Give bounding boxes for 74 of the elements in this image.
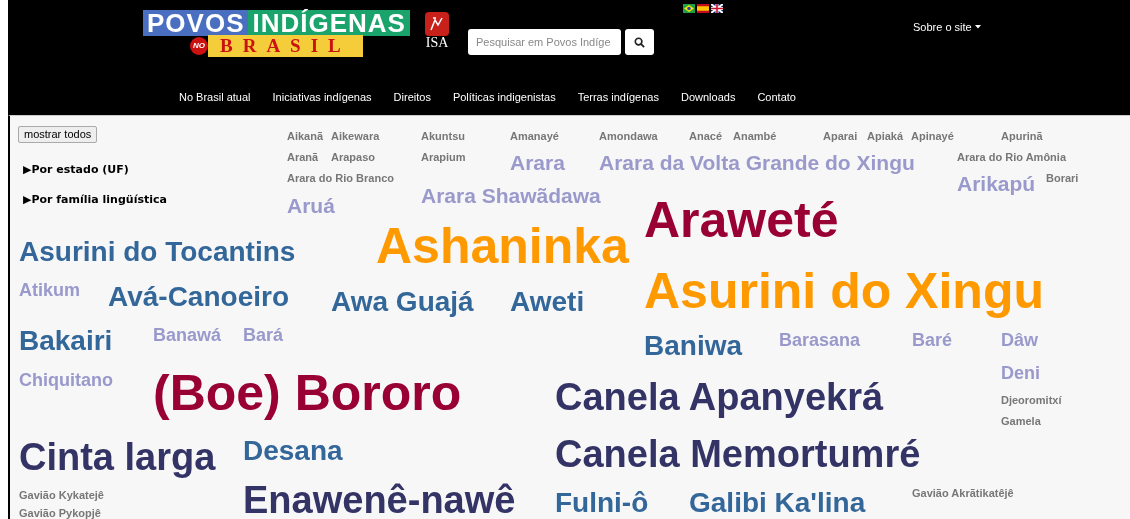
logo-text: POVOS: [143, 10, 249, 36]
people-link[interactable]: Canela Memortumré: [555, 432, 921, 476]
people-link[interactable]: Awa Guajá: [331, 286, 474, 318]
people-link[interactable]: Gavião Akrãtikatêjê: [912, 486, 1014, 500]
people-link[interactable]: Bakairi: [19, 325, 113, 357]
people-link[interactable]: (Boe) Bororo: [153, 364, 462, 422]
nav-link[interactable]: No Brasil atual: [168, 89, 262, 106]
nav-link[interactable]: Downloads: [669, 89, 747, 106]
people-link[interactable]: Arara Shawãdawa: [421, 184, 601, 208]
people-link[interactable]: Barasana: [779, 329, 861, 351]
people-link[interactable]: Baré: [912, 329, 953, 351]
filter-toggle[interactable]: ▶Por família lingüística: [23, 191, 167, 208]
nav-link[interactable]: Direitos: [382, 89, 442, 106]
people-link[interactable]: Aikewara: [331, 129, 380, 143]
site-logo[interactable]: POVOS INDÍGENAS NO BRASIL: [143, 10, 419, 68]
show-all-button[interactable]: mostrar todos: [18, 126, 98, 143]
people-link[interactable]: Galibi Ka'lina: [689, 487, 866, 519]
search-icon: [634, 36, 645, 48]
people-link[interactable]: Gavião Kykatejê: [19, 488, 104, 502]
people-link[interactable]: Araweté: [644, 191, 839, 249]
people-link[interactable]: Gavião Pykopjê: [19, 506, 101, 519]
people-link[interactable]: Bará: [243, 324, 284, 346]
people-link[interactable]: Arara da Volta Grande do Xingu: [599, 151, 915, 175]
people-link[interactable]: Atikum: [19, 279, 80, 301]
people-link[interactable]: Amanayé: [510, 129, 559, 143]
partner-logo-text: ISA: [425, 36, 449, 50]
people-link[interactable]: Banawá: [153, 324, 222, 346]
flag-icon[interactable]: [683, 4, 695, 13]
people-link[interactable]: Aruá: [287, 194, 335, 218]
people-link[interactable]: Desana: [243, 435, 343, 467]
people-link[interactable]: Apurinã: [1001, 129, 1043, 143]
logo-badge: NO: [190, 37, 208, 55]
people-link[interactable]: Anacé: [689, 129, 723, 143]
people-link[interactable]: Deni: [1001, 362, 1040, 384]
logo-text: BRASIL: [208, 35, 363, 57]
people-link[interactable]: Arapium: [421, 150, 466, 164]
people-link[interactable]: Arara do Rio Amônia: [957, 150, 1066, 164]
people-link[interactable]: Cinta larga: [19, 435, 216, 479]
people-link[interactable]: Apinayé: [911, 129, 954, 143]
people-link[interactable]: Apiaká: [867, 129, 904, 143]
filter-toggle[interactable]: ▶Por estado (UF): [23, 162, 167, 179]
people-link[interactable]: Chiquitano: [19, 369, 113, 391]
people-link[interactable]: Arara: [510, 151, 565, 175]
logo-text: INDÍGENAS: [248, 10, 410, 36]
people-link[interactable]: Gamela: [1001, 414, 1041, 428]
people-link[interactable]: Anambé: [733, 129, 777, 143]
nav-link[interactable]: Iniciativas indígenas: [261, 89, 383, 106]
people-link[interactable]: Amondawa: [599, 129, 658, 143]
search-button[interactable]: [625, 29, 654, 55]
people-link[interactable]: Fulni-ô: [555, 487, 649, 519]
people-link[interactable]: Enawenê-nawê: [243, 478, 516, 519]
people-link[interactable]: Aikanã: [287, 129, 324, 143]
partner-logo-icon[interactable]: [425, 12, 449, 36]
people-link[interactable]: Baniwa: [644, 330, 743, 362]
people-link[interactable]: Djeoromitxí: [1001, 393, 1062, 407]
people-link[interactable]: Aweti: [510, 286, 585, 318]
people-link[interactable]: Arikapú: [957, 172, 1036, 196]
people-link[interactable]: Canela Apanyekrá: [555, 375, 884, 419]
people-link[interactable]: Aranã: [287, 150, 319, 164]
people-link[interactable]: Avá-Canoeiro: [108, 281, 289, 313]
search-field[interactable]: Pesquisar em Povos Indíge: [468, 29, 621, 55]
people-link[interactable]: Arara do Rio Branco: [287, 171, 394, 185]
nav-link[interactable]: Contato: [746, 89, 807, 106]
flag-icon[interactable]: [711, 4, 723, 13]
about-menu[interactable]: Sobre o site: [913, 19, 981, 36]
people-link[interactable]: Aparai: [823, 129, 858, 143]
people-link[interactable]: Dâw: [1001, 329, 1038, 351]
caret-icon: [974, 25, 981, 30]
nav-link[interactable]: Terras indígenas: [566, 89, 670, 106]
people-link[interactable]: Asurini do Tocantins: [19, 236, 296, 268]
people-link[interactable]: Borari: [1046, 171, 1079, 185]
people-link[interactable]: Arapaso: [331, 150, 376, 164]
people-link[interactable]: Akuntsu: [421, 129, 465, 143]
nav-link[interactable]: Políticas indigenistas: [441, 89, 567, 106]
